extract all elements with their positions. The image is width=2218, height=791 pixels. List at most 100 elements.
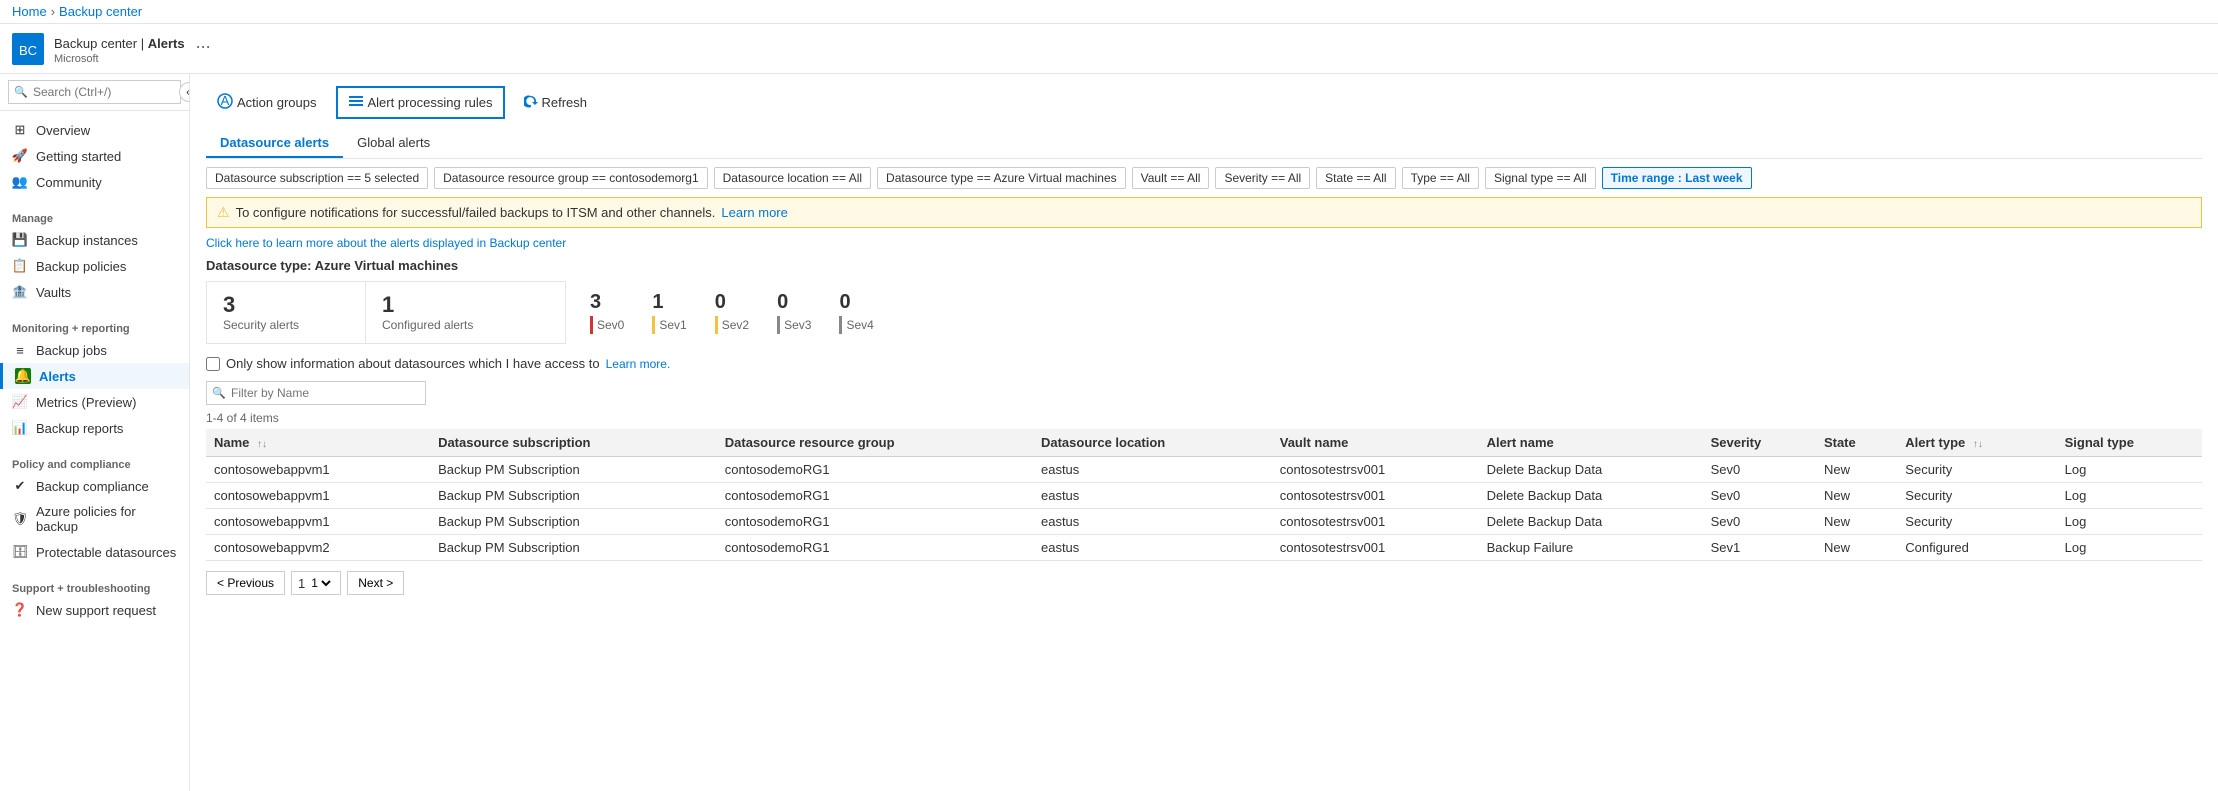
cell-datasource_subscription: Backup PM Subscription bbox=[430, 483, 717, 509]
cell-datasource_location: eastus bbox=[1033, 535, 1272, 561]
filter-signal-type[interactable]: Signal type == All bbox=[1485, 167, 1596, 189]
sidebar-item-protectable-datasources[interactable]: 🗄 Protectable datasources bbox=[0, 539, 189, 565]
refresh-label: Refresh bbox=[542, 95, 588, 110]
table-row[interactable]: contosowebappvm2Backup PM Subscriptionco… bbox=[206, 535, 2202, 561]
cell-state: New bbox=[1816, 535, 1897, 561]
sev1-count: 1 bbox=[652, 291, 663, 314]
filter-search-icon: 🔍 bbox=[212, 387, 226, 400]
sidebar-item-new-support[interactable]: ❓ New support request bbox=[0, 597, 189, 623]
sidebar-section-manage-label: Manage bbox=[0, 207, 189, 227]
sidebar-item-label: Backup instances bbox=[36, 233, 138, 248]
sidebar-item-label: Backup compliance bbox=[36, 479, 149, 494]
filter-state[interactable]: State == All bbox=[1316, 167, 1395, 189]
breadcrumb-home[interactable]: Home bbox=[12, 4, 47, 19]
new-support-icon: ❓ bbox=[12, 602, 28, 618]
sev1-bar bbox=[652, 316, 655, 334]
cell-state: New bbox=[1816, 483, 1897, 509]
sidebar-monitoring-section: Monitoring + reporting ≡ Backup jobs 🔔 A… bbox=[0, 311, 189, 447]
sidebar-item-backup-jobs[interactable]: ≡ Backup jobs bbox=[0, 337, 189, 363]
sidebar-item-getting-started[interactable]: 🚀 Getting started bbox=[0, 143, 189, 169]
prev-page-button[interactable]: < Previous bbox=[206, 571, 285, 595]
backup-jobs-icon: ≡ bbox=[12, 342, 28, 358]
col-datasource-resource-group: Datasource resource group bbox=[717, 429, 1033, 457]
toolbar: A Action groups Alert processing rules R… bbox=[206, 86, 2202, 119]
search-icon: 🔍 bbox=[14, 86, 28, 99]
refresh-button[interactable]: Refresh bbox=[513, 88, 599, 117]
table-row[interactable]: contosowebappvm1Backup PM Subscriptionco… bbox=[206, 457, 2202, 483]
action-groups-icon: A bbox=[217, 93, 233, 112]
configured-alerts-label: Configured alerts bbox=[382, 318, 549, 332]
col-signal-type: Signal type bbox=[2057, 429, 2202, 457]
cell-vault_name: contosotestrsv001 bbox=[1272, 535, 1479, 561]
col-severity: Severity bbox=[1703, 429, 1816, 457]
security-alerts-stat: 3 Security alerts bbox=[206, 281, 366, 344]
azure-policies-icon: 🛡 bbox=[12, 511, 28, 527]
cell-datasource_subscription: Backup PM Subscription bbox=[430, 509, 717, 535]
cell-alert_type: Configured bbox=[1897, 535, 2056, 561]
cell-severity: Sev1 bbox=[1703, 535, 1816, 561]
sidebar-item-backup-instances[interactable]: 💾 Backup instances bbox=[0, 227, 189, 253]
info-banner-text: To configure notifications for successfu… bbox=[236, 205, 716, 220]
filter-subscription[interactable]: Datasource subscription == 5 selected bbox=[206, 167, 428, 189]
sidebar-item-community[interactable]: 👥 Community bbox=[0, 169, 189, 195]
filter-time-range[interactable]: Time range : Last week bbox=[1602, 167, 1752, 189]
sidebar-item-label: Alerts bbox=[39, 369, 76, 384]
security-alerts-label: Security alerts bbox=[223, 318, 349, 332]
next-page-button[interactable]: Next > bbox=[347, 571, 404, 595]
sidebar-item-azure-policies[interactable]: 🛡 Azure policies for backup bbox=[0, 499, 189, 539]
protectable-datasources-icon: 🗄 bbox=[12, 544, 28, 560]
sidebar-item-metrics[interactable]: 📈 Metrics (Preview) bbox=[0, 389, 189, 415]
sidebar-item-backup-reports[interactable]: 📊 Backup reports bbox=[0, 415, 189, 441]
table-row[interactable]: contosowebappvm1Backup PM Subscriptionco… bbox=[206, 483, 2202, 509]
header-ellipsis[interactable]: ... bbox=[196, 32, 211, 52]
cell-datasource_resource_group: contosodemoRG1 bbox=[717, 483, 1033, 509]
svg-text:BC: BC bbox=[19, 43, 37, 58]
svg-text:A: A bbox=[221, 93, 230, 108]
filter-severity[interactable]: Severity == All bbox=[1215, 167, 1310, 189]
filter-location[interactable]: Datasource location == All bbox=[714, 167, 871, 189]
backup-instances-icon: 💾 bbox=[12, 232, 28, 248]
table-row[interactable]: contosowebappvm1Backup PM Subscriptionco… bbox=[206, 509, 2202, 535]
sev4-stat: 0 Sev4 bbox=[839, 291, 873, 334]
filter-type[interactable]: Type == All bbox=[1402, 167, 1479, 189]
tab-global-alerts[interactable]: Global alerts bbox=[343, 129, 444, 158]
header-bar: BC Backup center | Alerts ... Microsoft bbox=[0, 24, 2218, 74]
cell-datasource_location: eastus bbox=[1033, 457, 1272, 483]
name-sort-icon[interactable]: ↑↓ bbox=[257, 439, 267, 450]
filter-datasource-type[interactable]: Datasource type == Azure Virtual machine… bbox=[877, 167, 1126, 189]
datasource-access-checkbox[interactable] bbox=[206, 357, 220, 371]
info-banner-link[interactable]: Learn more bbox=[721, 205, 787, 220]
sidebar-item-vaults[interactable]: 🏦 Vaults bbox=[0, 279, 189, 305]
svg-text:🔔: 🔔 bbox=[15, 368, 31, 383]
breadcrumb-backup-center[interactable]: Backup center bbox=[59, 4, 142, 19]
filter-by-name-input[interactable] bbox=[206, 381, 426, 405]
cell-alert_type: Security bbox=[1897, 509, 2056, 535]
page-select[interactable]: 1 bbox=[307, 575, 334, 591]
col-alert-name: Alert name bbox=[1479, 429, 1703, 457]
search-input[interactable] bbox=[8, 80, 181, 104]
learn-more-link[interactable]: Click here to learn more about the alert… bbox=[206, 236, 2202, 250]
sidebar-item-overview[interactable]: ⊞ Overview bbox=[0, 117, 189, 143]
sidebar-item-alerts[interactable]: 🔔 Alerts bbox=[0, 363, 189, 389]
sev4-bar bbox=[839, 316, 842, 334]
sidebar-item-backup-compliance[interactable]: ✔ Backup compliance bbox=[0, 473, 189, 499]
sev2-bar bbox=[715, 316, 718, 334]
alert-processing-rules-button[interactable]: Alert processing rules bbox=[336, 86, 505, 119]
filters-bar: Datasource subscription == 5 selected Da… bbox=[206, 167, 2202, 189]
tab-datasource-alerts[interactable]: Datasource alerts bbox=[206, 129, 343, 158]
sev3-label: Sev3 bbox=[784, 318, 811, 332]
sidebar-section-policy-label: Policy and compliance bbox=[0, 453, 189, 473]
filter-vault[interactable]: Vault == All bbox=[1132, 167, 1210, 189]
sidebar-item-backup-policies[interactable]: 📋 Backup policies bbox=[0, 253, 189, 279]
action-groups-button[interactable]: A Action groups bbox=[206, 87, 328, 118]
alerts-table: Name ↑↓ Datasource subscription Datasour… bbox=[206, 429, 2202, 561]
datasource-access-link[interactable]: Learn more. bbox=[606, 357, 671, 371]
sidebar-item-label: Metrics (Preview) bbox=[36, 395, 136, 410]
cell-alert_name: Delete Backup Data bbox=[1479, 509, 1703, 535]
filter-resource-group[interactable]: Datasource resource group == contosodemo… bbox=[434, 167, 708, 189]
alert-processing-rules-label: Alert processing rules bbox=[368, 95, 493, 110]
sidebar-item-label: Backup policies bbox=[36, 259, 126, 274]
alert-type-sort-icon[interactable]: ↑↓ bbox=[1973, 439, 1983, 450]
sev4-count: 0 bbox=[839, 291, 850, 314]
cell-datasource_resource_group: contosodemoRG1 bbox=[717, 457, 1033, 483]
